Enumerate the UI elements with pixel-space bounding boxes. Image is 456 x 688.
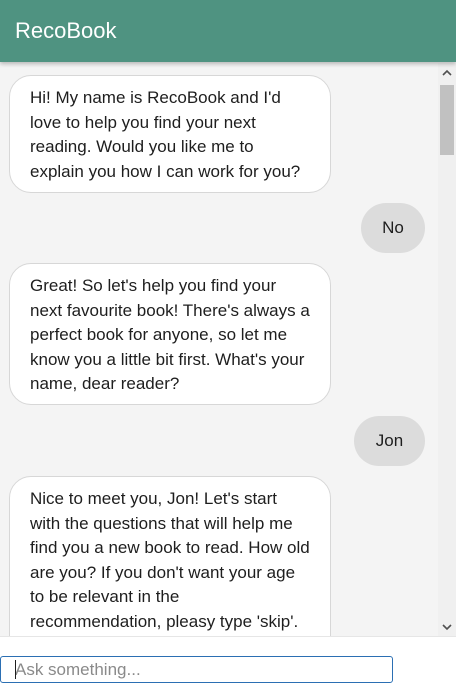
chat-scrollbar[interactable] [438,63,456,636]
message-input[interactable] [0,656,393,683]
app-header: RecoBook [0,0,456,62]
chat-log[interactable]: Hi! My name is RecoBook and I'd love to … [0,63,438,636]
text-caret [15,660,16,679]
user-message: No [361,203,425,253]
scrollbar-thumb[interactable] [440,85,454,155]
chevron-down-icon[interactable] [438,618,456,636]
bot-message: Hi! My name is RecoBook and I'd love to … [9,75,331,193]
user-message: Jon [354,416,425,466]
chevron-up-icon[interactable] [438,63,456,81]
bot-message: Nice to meet you, Jon! Let's start with … [9,476,331,636]
bot-message: Great! So let's help you find your next … [9,263,331,405]
input-bar [0,636,456,688]
app-title: RecoBook [15,18,117,43]
